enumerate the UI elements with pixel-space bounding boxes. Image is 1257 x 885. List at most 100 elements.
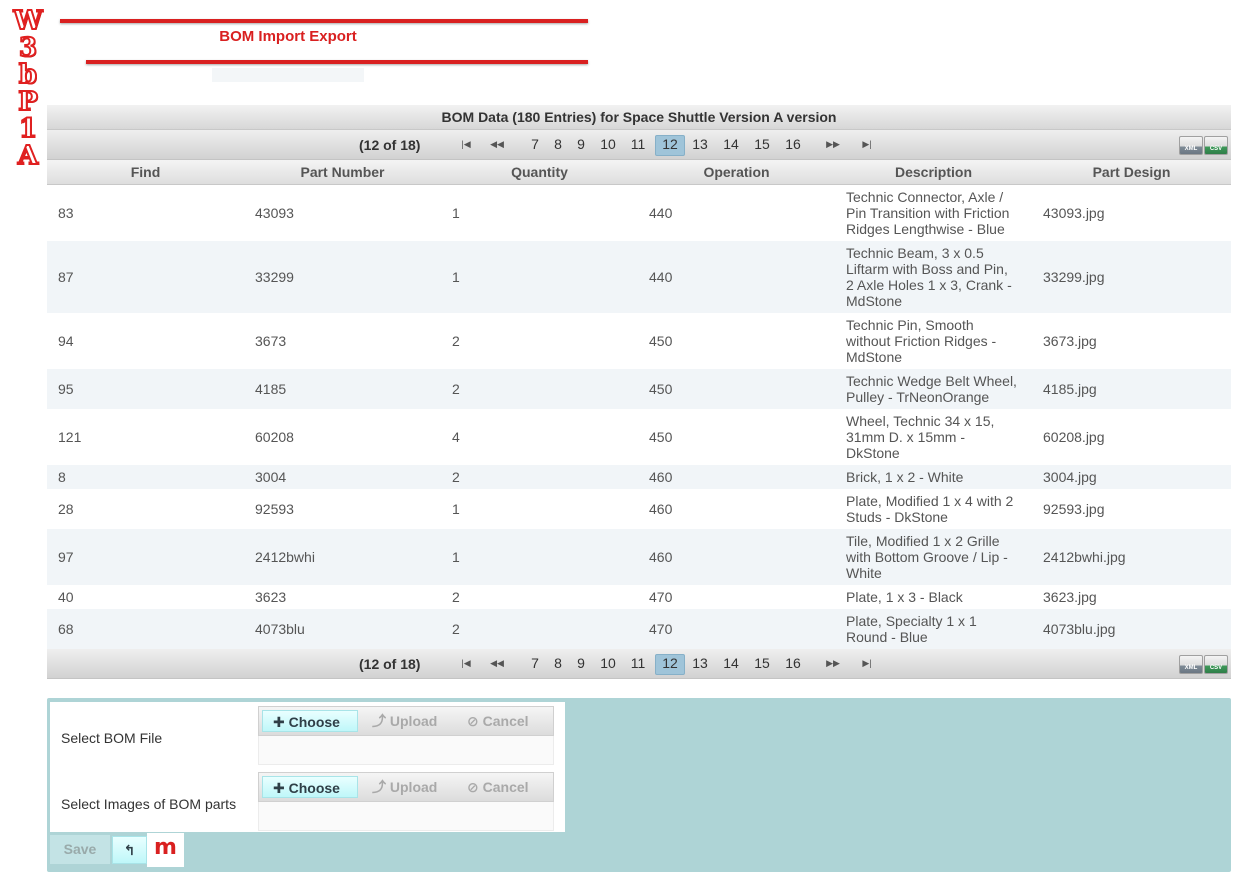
cell-description: Wheel, Technic 34 x 15, 31mm D. x 15mm -… bbox=[846, 413, 995, 461]
file-upload-toolbar: ✚ Choose ⤴ Upload ⊘ Cancel bbox=[258, 706, 554, 736]
table-row[interactable]: 83 43093 1 440 Technic Connector, Axle /… bbox=[47, 185, 1231, 241]
column-header-operation[interactable]: Operation bbox=[638, 160, 835, 184]
column-header-part-design[interactable]: Part Design bbox=[1032, 160, 1231, 184]
cell-quantity: 1 bbox=[452, 549, 460, 565]
page-link-15[interactable]: 15 bbox=[749, 135, 775, 154]
column-header-part-number[interactable]: Part Number bbox=[244, 160, 441, 184]
page-link-7[interactable]: 7 bbox=[525, 654, 545, 673]
cell-operation: 440 bbox=[649, 269, 673, 285]
cell-quantity: 4 bbox=[452, 429, 460, 445]
cell-quantity: 2 bbox=[452, 381, 460, 397]
cell-part-design: 33299.jpg bbox=[1043, 269, 1105, 285]
page-link-8[interactable]: 8 bbox=[548, 135, 568, 154]
choose-label: Choose bbox=[288, 714, 340, 730]
page-link-8[interactable]: 8 bbox=[548, 654, 568, 673]
table-row[interactable]: 28 92593 1 460 Plate, Modified 1 x 4 wit… bbox=[47, 489, 1231, 529]
cell-part-design: 4073blu.jpg bbox=[1043, 621, 1116, 637]
table-row[interactable]: 94 3673 2 450 Technic Pin, Smooth withou… bbox=[47, 313, 1231, 369]
column-header-description[interactable]: Description bbox=[835, 160, 1032, 184]
choose-images-button[interactable]: ✚ Choose bbox=[262, 776, 358, 798]
cell-find: 28 bbox=[58, 501, 74, 517]
cell-description: Plate, 1 x 3 - Black bbox=[846, 589, 963, 605]
logo: W 3 b P 1 A bbox=[12, 7, 44, 171]
first-page-icon[interactable]: |◀ bbox=[454, 135, 478, 153]
table-row[interactable]: 97 2412bwhi 1 460 Tile, Modified 1 x 2 G… bbox=[47, 529, 1231, 585]
table-row[interactable]: 95 4185 2 450 Technic Wedge Belt Wheel, … bbox=[47, 369, 1231, 409]
m-logo-badge[interactable]: m bbox=[147, 833, 184, 867]
file-upload-toolbar: ✚ Choose ⤴ Upload ⊘ Cancel bbox=[258, 772, 554, 802]
table-row[interactable]: 87 33299 1 440 Technic Beam, 3 x 0.5 Lif… bbox=[47, 241, 1231, 313]
page-link-12-active[interactable]: 12 bbox=[655, 654, 685, 675]
page-link-11[interactable]: 11 bbox=[625, 654, 651, 673]
upload-panel: Select BOM File ✚ Choose ⤴ Upload ⊘ Canc… bbox=[47, 698, 1231, 872]
page-link-16[interactable]: 16 bbox=[780, 135, 806, 154]
first-page-icon[interactable]: |◀ bbox=[454, 654, 478, 672]
images-dropzone[interactable] bbox=[258, 802, 554, 831]
logo-letter: P bbox=[17, 87, 39, 117]
page-link-7[interactable]: 7 bbox=[525, 135, 545, 154]
cancel-label: Cancel bbox=[482, 779, 529, 795]
cell-part-number: 4185 bbox=[255, 381, 287, 397]
cell-part-design: 43093.jpg bbox=[1043, 205, 1105, 221]
page-link-12-active[interactable]: 12 bbox=[655, 135, 685, 156]
cell-description: Brick, 1 x 2 - White bbox=[846, 469, 964, 485]
paginator-top: (12 of 18) |◀ ◀◀ 7 8 9 10 11 12 13 14 15… bbox=[47, 130, 1231, 160]
export-csv-icon[interactable]: CSV bbox=[1204, 136, 1228, 155]
header-divider-bottom bbox=[86, 60, 588, 64]
cell-operation: 450 bbox=[649, 333, 673, 349]
table-row[interactable]: 40 3623 2 470 Plate, 1 x 3 - Black 3623.… bbox=[47, 585, 1231, 609]
page-link-9[interactable]: 9 bbox=[571, 135, 591, 154]
next-page-icon[interactable]: ▶▶ bbox=[821, 135, 845, 153]
export-csv-icon[interactable]: CSV bbox=[1204, 655, 1228, 674]
bom-file-dropzone[interactable] bbox=[258, 736, 554, 765]
last-page-icon[interactable]: ▶| bbox=[855, 654, 879, 672]
page-link-10[interactable]: 10 bbox=[595, 654, 621, 673]
upload-form: Select BOM File ✚ Choose ⤴ Upload ⊘ Canc… bbox=[50, 702, 565, 832]
table-row[interactable]: 121 60208 4 450 Wheel, Technic 34 x 15, … bbox=[47, 409, 1231, 465]
cell-part-number: 92593 bbox=[255, 501, 294, 517]
page-link-9[interactable]: 9 bbox=[571, 654, 591, 673]
page-link-14[interactable]: 14 bbox=[718, 135, 744, 154]
undo-icon[interactable]: ↰ bbox=[112, 836, 147, 864]
cell-find: 94 bbox=[58, 333, 74, 349]
prev-page-icon[interactable]: ◀◀ bbox=[485, 135, 509, 153]
cell-part-number: 2412bwhi bbox=[255, 549, 315, 565]
images-upload: ✚ Choose ⤴ Upload ⊘ Cancel bbox=[258, 772, 554, 831]
table-row[interactable]: 68 4073blu 2 470 Plate, Specialty 1 x 1 … bbox=[47, 609, 1231, 649]
page-link-15[interactable]: 15 bbox=[749, 654, 775, 673]
logo-letter: A bbox=[17, 141, 39, 171]
cell-operation: 460 bbox=[649, 549, 673, 565]
cancel-circle-icon: ⊘ bbox=[467, 779, 483, 795]
page-link-14[interactable]: 14 bbox=[718, 654, 744, 673]
cell-part-number: 4073blu bbox=[255, 621, 305, 637]
page-report: (12 of 18) bbox=[359, 137, 421, 153]
page-report: (12 of 18) bbox=[359, 656, 421, 672]
table-row[interactable]: 8 3004 2 460 Brick, 1 x 2 - White 3004.j… bbox=[47, 465, 1231, 489]
column-header-quantity[interactable]: Quantity bbox=[441, 160, 638, 184]
page-link-10[interactable]: 10 bbox=[595, 135, 621, 154]
cell-description: Technic Connector, Axle / Pin Transition… bbox=[846, 189, 1010, 237]
export-xml-icon[interactable]: XML bbox=[1179, 655, 1203, 674]
page-link-13[interactable]: 13 bbox=[687, 135, 713, 154]
cell-description: Plate, Specialty 1 x 1 Round - Blue bbox=[846, 613, 977, 645]
bom-data-table: BOM Data (180 Entries) for Space Shuttle… bbox=[47, 105, 1231, 679]
upload-arrow-icon: ⤴ bbox=[372, 713, 390, 729]
choose-bom-file-button[interactable]: ✚ Choose bbox=[262, 710, 358, 732]
page-title: BOM Import Export bbox=[219, 28, 357, 45]
next-page-icon[interactable]: ▶▶ bbox=[821, 654, 845, 672]
cell-operation: 470 bbox=[649, 621, 673, 637]
prev-page-icon[interactable]: ◀◀ bbox=[485, 654, 509, 672]
cell-description: Technic Pin, Smooth without Friction Rid… bbox=[846, 317, 997, 365]
page-link-16[interactable]: 16 bbox=[780, 654, 806, 673]
export-xml-icon[interactable]: XML bbox=[1179, 136, 1203, 155]
page-link-11[interactable]: 11 bbox=[625, 135, 651, 154]
page-header: BOM Import Export bbox=[58, 16, 588, 84]
cell-part-number: 33299 bbox=[255, 269, 294, 285]
last-page-icon[interactable]: ▶| bbox=[855, 135, 879, 153]
cell-part-design: 4185.jpg bbox=[1043, 381, 1097, 397]
cell-description: Plate, Modified 1 x 4 with 2 Studs - DkS… bbox=[846, 493, 1014, 525]
save-button[interactable]: Save bbox=[50, 835, 110, 864]
page-link-13[interactable]: 13 bbox=[687, 654, 713, 673]
cell-find: 8 bbox=[58, 469, 66, 485]
column-header-find[interactable]: Find bbox=[47, 160, 244, 184]
